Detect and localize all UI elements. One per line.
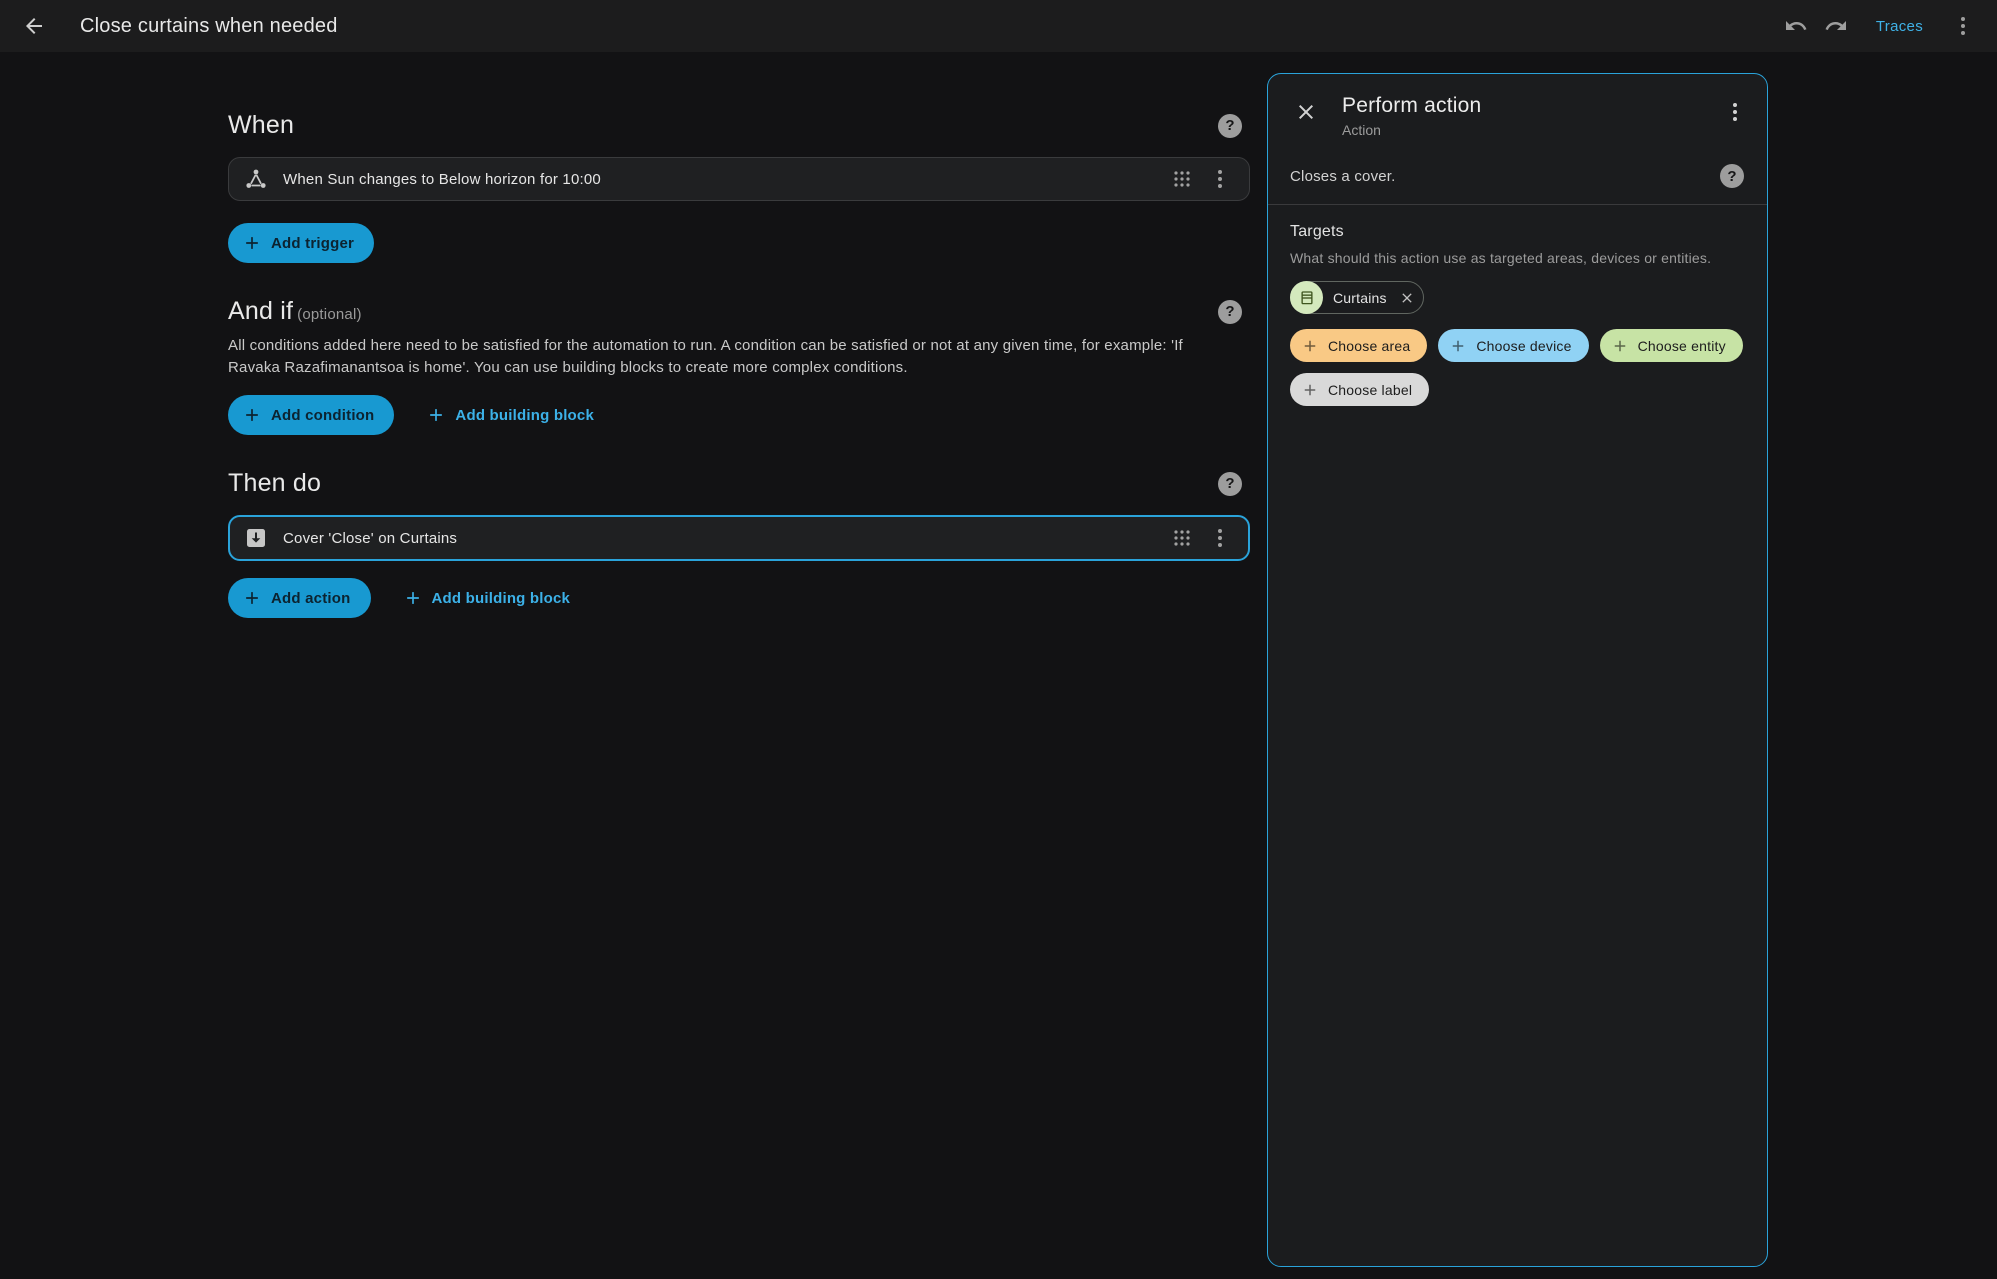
kebab-icon	[1723, 100, 1747, 124]
panel-title: Perform action	[1342, 94, 1715, 118]
and-if-header: And if(optional) ?	[228, 297, 1250, 326]
choose-label-button[interactable]: Choose label	[1290, 373, 1429, 406]
choose-entity-label: Choose entity	[1638, 338, 1726, 354]
targets-description: What should this action use as targeted …	[1290, 250, 1747, 266]
automation-config: When ? When Sun changes to Below horizon…	[228, 52, 1250, 618]
add-trigger-label: Add trigger	[271, 235, 354, 252]
help-icon[interactable]: ?	[1720, 164, 1744, 188]
add-trigger-button[interactable]: Add trigger	[228, 223, 374, 263]
when-section: When ? When Sun changes to Below horizon…	[228, 111, 1250, 263]
plus-icon	[1301, 337, 1319, 355]
add-building-block-label: Add building block	[455, 407, 594, 424]
add-action-button[interactable]: Add action	[228, 578, 371, 618]
choose-area-label: Choose area	[1328, 338, 1410, 354]
plus-icon	[242, 233, 262, 253]
undo-button[interactable]	[1776, 6, 1816, 46]
kebab-icon	[1951, 14, 1975, 38]
action-buttons: Add action Add building block	[228, 578, 1250, 618]
then-do-section: Then do ? Cover 'Close' on Curtains	[228, 469, 1250, 618]
drag-handle[interactable]	[1163, 519, 1201, 557]
plus-icon	[403, 588, 423, 608]
conditions-description: All conditions added here need to be sat…	[228, 335, 1188, 379]
action-label: Cover 'Close' on Curtains	[283, 530, 1163, 547]
back-button[interactable]	[14, 6, 54, 46]
action-menu-button[interactable]	[1201, 519, 1239, 557]
and-if-title: And if	[228, 297, 293, 325]
and-if-section: And if(optional) ? All conditions added …	[228, 297, 1250, 435]
plus-icon	[1449, 337, 1467, 355]
optional-label: (optional)	[297, 306, 362, 323]
close-icon	[1294, 100, 1318, 124]
trigger-label: When Sun changes to Below horizon for 10…	[283, 171, 1163, 188]
undo-icon	[1784, 14, 1808, 38]
drag-dots-icon	[1170, 526, 1194, 550]
add-action-label: Add action	[271, 590, 351, 607]
targets-section: Targets What should this action use as t…	[1268, 205, 1767, 406]
action-description: Closes a cover.	[1290, 168, 1396, 185]
panel-menu-button[interactable]	[1715, 92, 1755, 132]
perform-action-panel: Perform action Action Closes a cover. ? …	[1267, 73, 1768, 1267]
overflow-menu-button[interactable]	[1943, 6, 1983, 46]
condition-buttons: Add condition Add building block	[228, 395, 1250, 435]
help-icon[interactable]: ?	[1218, 300, 1242, 324]
panel-subtitle: Action	[1342, 122, 1715, 138]
help-icon[interactable]: ?	[1218, 472, 1242, 496]
choose-target-buttons: Choose area Choose device Choose entity	[1290, 329, 1747, 406]
plus-icon	[242, 405, 262, 425]
automation-editor: Close curtains when needed Traces When ?	[0, 0, 1997, 1279]
target-chips: Curtains	[1290, 281, 1747, 314]
plus-icon	[1301, 381, 1319, 399]
when-header: When ?	[228, 111, 1250, 140]
close-panel-button[interactable]	[1286, 92, 1326, 132]
action-description-row: Closes a cover. ?	[1268, 138, 1767, 204]
add-condition-label: Add condition	[271, 407, 374, 424]
kebab-icon	[1208, 167, 1232, 191]
add-building-block-label: Add building block	[432, 590, 571, 607]
plus-icon	[426, 405, 446, 425]
choose-area-button[interactable]: Choose area	[1290, 329, 1427, 362]
and-if-heading: And if(optional)	[228, 297, 362, 326]
topbar: Close curtains when needed Traces	[0, 0, 1997, 52]
when-heading: When	[228, 111, 294, 140]
targets-heading: Targets	[1290, 223, 1747, 241]
state-trigger-icon	[244, 167, 268, 191]
choose-device-label: Choose device	[1476, 338, 1571, 354]
add-condition-building-block-button[interactable]: Add building block	[412, 395, 608, 435]
then-do-header: Then do ?	[228, 469, 1250, 498]
page-title: Close curtains when needed	[80, 15, 338, 38]
choose-device-button[interactable]: Choose device	[1438, 329, 1588, 362]
kebab-icon	[1208, 526, 1232, 550]
then-do-heading: Then do	[228, 469, 321, 498]
traces-button[interactable]: Traces	[1862, 10, 1937, 43]
drag-handle[interactable]	[1163, 160, 1201, 198]
target-chip-label: Curtains	[1333, 290, 1387, 306]
help-icon[interactable]: ?	[1218, 114, 1242, 138]
redo-button[interactable]	[1816, 6, 1856, 46]
arrow-left-icon	[22, 14, 46, 38]
cover-close-icon	[244, 526, 268, 550]
panel-header: Perform action Action	[1268, 74, 1767, 138]
panel-titles: Perform action Action	[1342, 92, 1715, 138]
choose-label-label: Choose label	[1328, 382, 1412, 398]
add-action-building-block-button[interactable]: Add building block	[389, 578, 585, 618]
redo-icon	[1824, 14, 1848, 38]
choose-entity-button[interactable]: Choose entity	[1600, 329, 1743, 362]
trigger-menu-button[interactable]	[1201, 160, 1239, 198]
trigger-row[interactable]: When Sun changes to Below horizon for 10…	[228, 157, 1250, 201]
target-chip-curtains[interactable]: Curtains	[1290, 281, 1424, 314]
roller-shade-icon	[1290, 281, 1323, 314]
remove-target-button[interactable]	[1396, 287, 1418, 309]
add-condition-button[interactable]: Add condition	[228, 395, 394, 435]
plus-icon	[1611, 337, 1629, 355]
drag-dots-icon	[1170, 167, 1194, 191]
action-row[interactable]: Cover 'Close' on Curtains	[228, 515, 1250, 561]
plus-icon	[242, 588, 262, 608]
close-icon	[1399, 290, 1415, 306]
